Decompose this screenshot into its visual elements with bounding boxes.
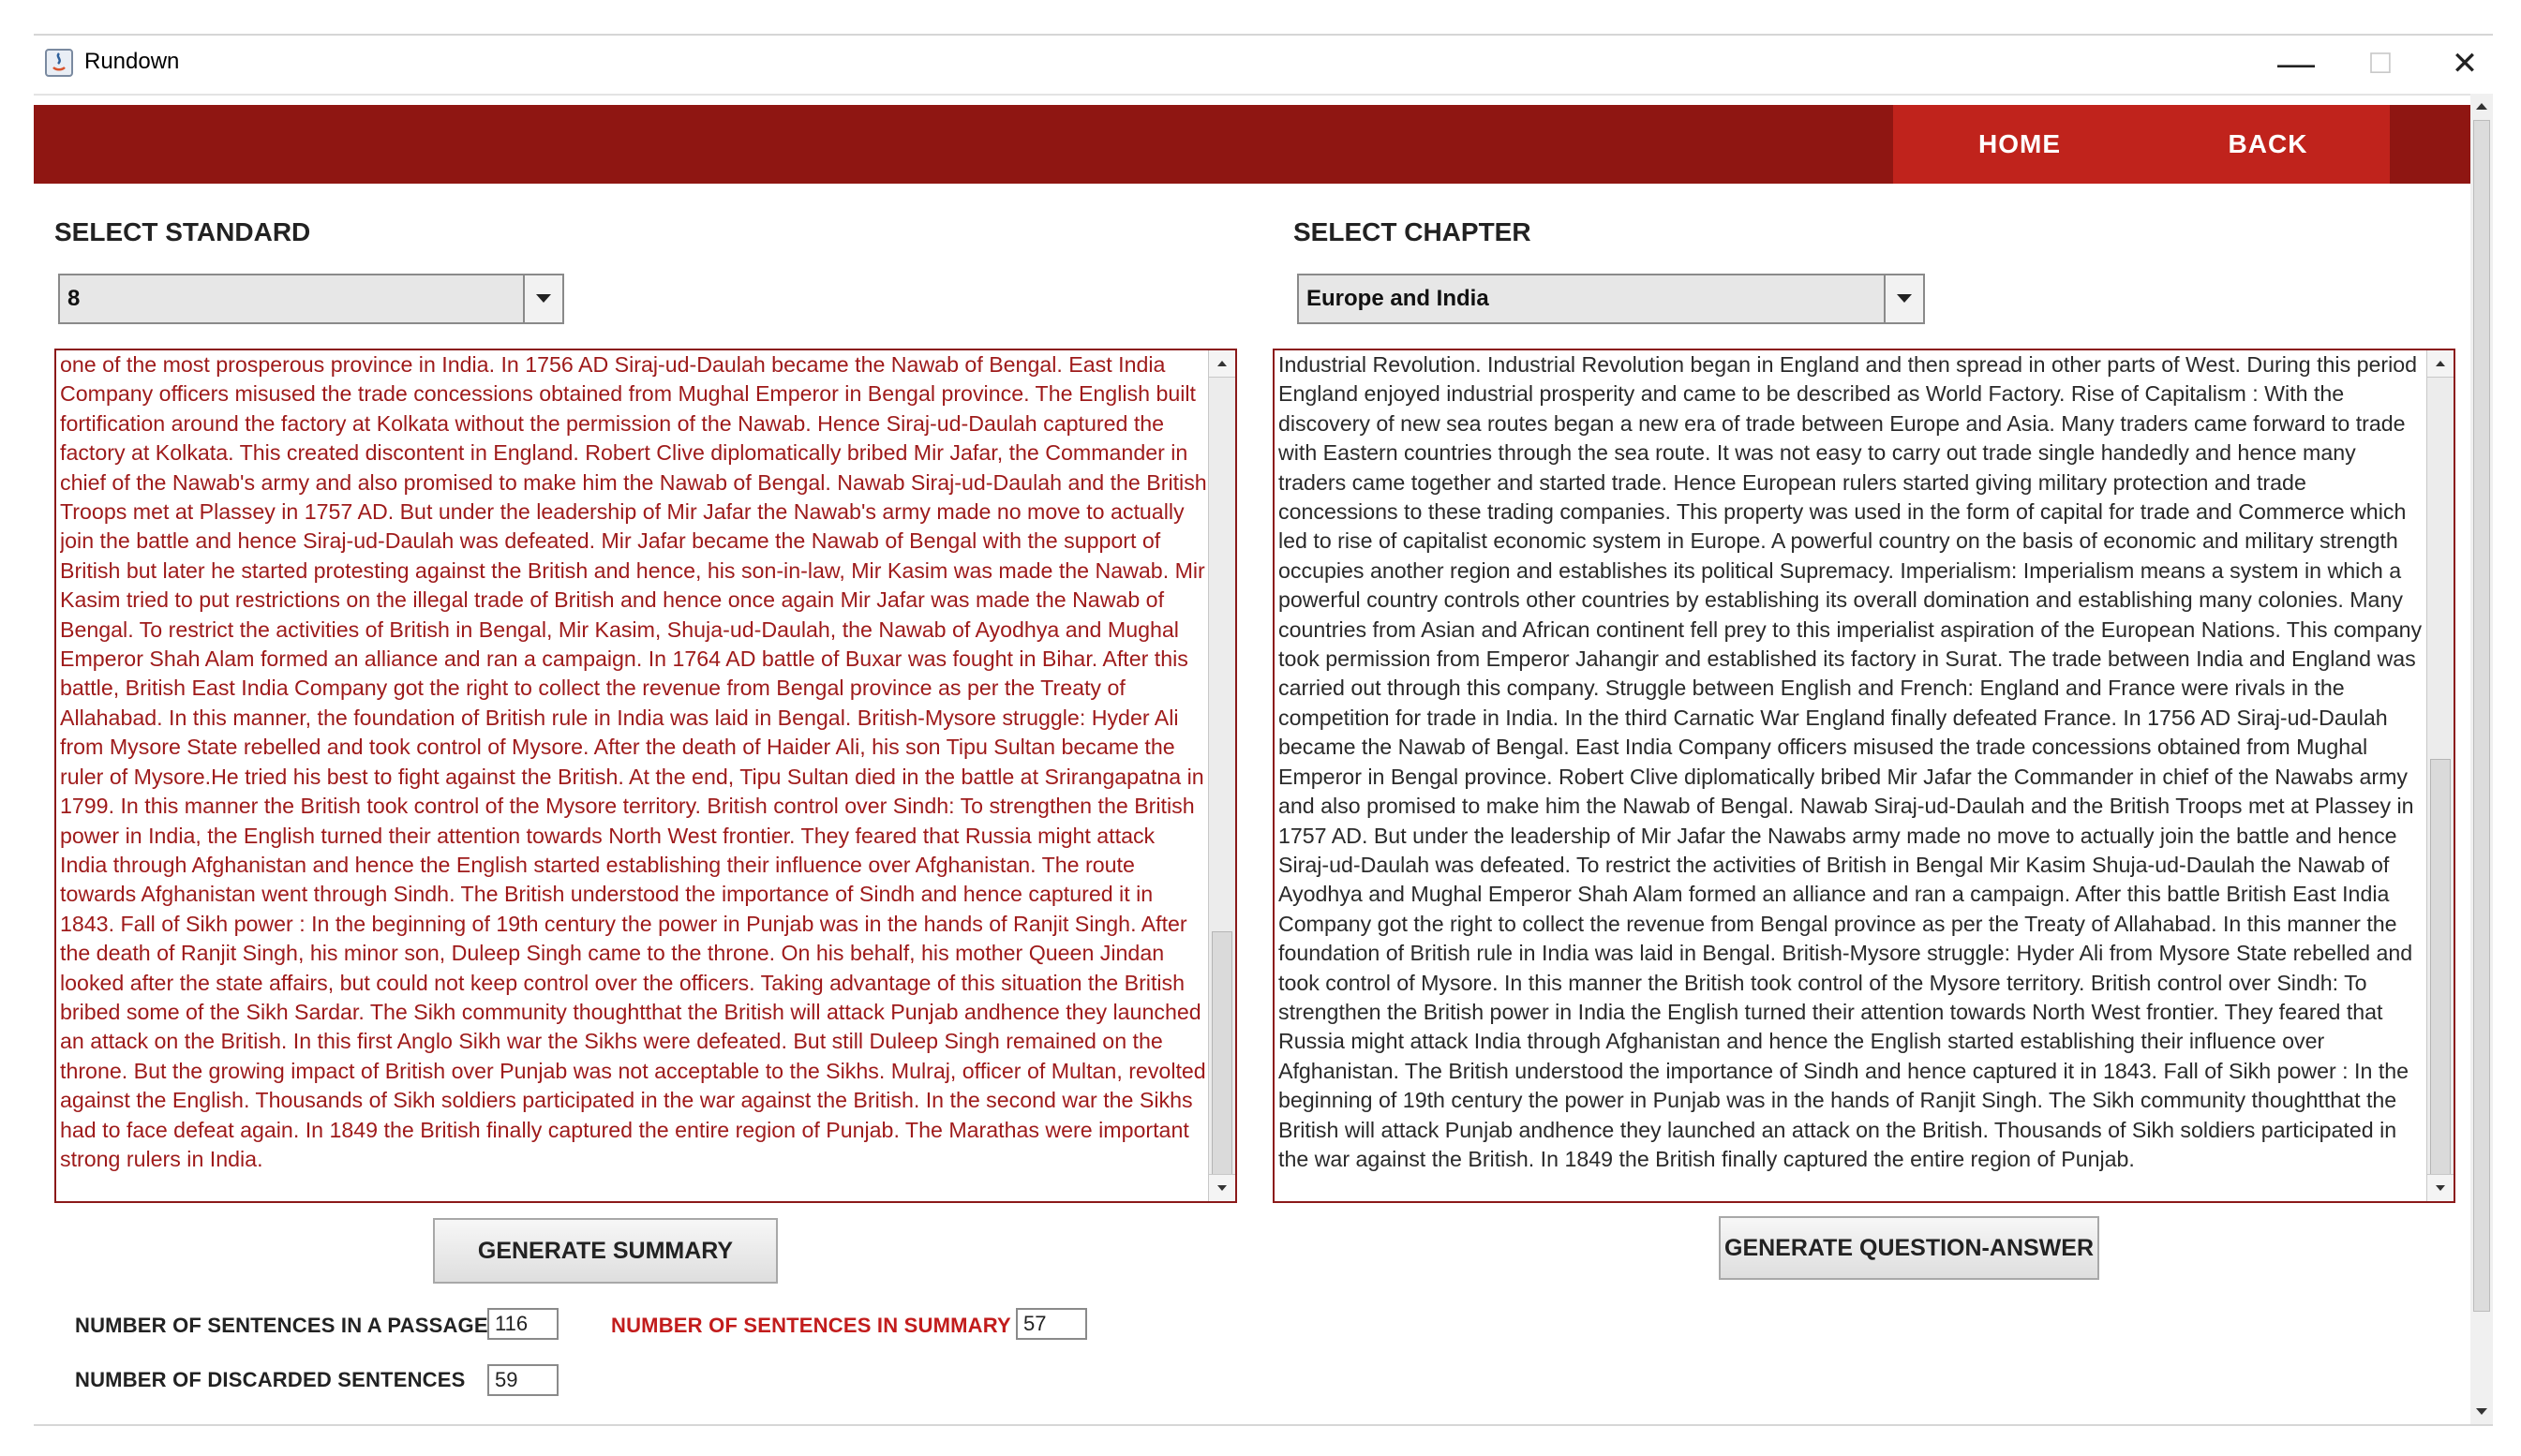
back-button[interactable]: BACK <box>2146 105 2390 184</box>
window-bottom-border <box>34 1424 2493 1426</box>
scroll-up-icon[interactable] <box>2427 350 2454 378</box>
chapter-select[interactable]: Europe and India <box>1297 274 1925 324</box>
standard-select-value: 8 <box>67 286 81 311</box>
passage-text[interactable]: one of the most prosperous province in I… <box>60 350 1207 1201</box>
scroll-up-icon[interactable] <box>2470 94 2493 118</box>
passage-sentences-field[interactable]: 116 <box>487 1308 559 1340</box>
passage-sentences-label: NUMBER OF SENTENCES IN A PASSAGE <box>75 1314 488 1337</box>
titlebar-divider <box>34 94 2493 96</box>
window-scrollbar-thumb[interactable] <box>2473 120 2490 1312</box>
scroll-up-icon[interactable] <box>1209 350 1235 378</box>
maximize-button[interactable]: ☐ <box>2348 37 2413 90</box>
window-title: Rundown <box>84 49 180 74</box>
scroll-down-icon[interactable] <box>2427 1174 2454 1201</box>
chapter-select-value: Europe and India <box>1306 286 1489 311</box>
chevron-down-icon[interactable] <box>523 275 562 322</box>
close-button[interactable]: ✕ <box>2432 37 2498 90</box>
standard-select[interactable]: 8 <box>58 274 564 324</box>
summary-sentences-field[interactable]: 57 <box>1016 1308 1087 1340</box>
discarded-sentences-label: NUMBER OF DISCARDED SENTENCES <box>75 1368 466 1391</box>
window-titlebar <box>0 0 2521 103</box>
summary-sentences-label: NUMBER OF SENTENCES IN SUMMARY <box>611 1314 1011 1337</box>
home-button[interactable]: HOME <box>1893 105 2146 184</box>
passage-textarea[interactable]: one of the most prosperous province in I… <box>54 349 1237 1203</box>
minimize-button[interactable]: — <box>2263 37 2329 90</box>
summary-scrollbar[interactable] <box>2426 350 2454 1201</box>
passage-scrollbar-thumb[interactable] <box>1212 931 1232 1179</box>
chevron-down-icon[interactable] <box>1884 275 1923 322</box>
summary-text[interactable]: Industrial Revolution. Industrial Revolu… <box>1278 350 2425 1201</box>
java-app-icon <box>45 49 73 77</box>
summary-textarea[interactable]: Industrial Revolution. Industrial Revolu… <box>1273 349 2455 1203</box>
select-standard-label: SELECT STANDARD <box>54 217 311 246</box>
passage-scrollbar[interactable] <box>1208 350 1235 1201</box>
select-chapter-label: SELECT CHAPTER <box>1293 217 1531 246</box>
window-top-border <box>34 34 2493 36</box>
summary-scrollbar-thumb[interactable] <box>2430 759 2451 1179</box>
generate-summary-button[interactable]: GENERATE SUMMARY <box>433 1218 778 1284</box>
scroll-down-icon[interactable] <box>2470 1400 2493 1424</box>
discarded-sentences-field[interactable]: 59 <box>487 1364 559 1396</box>
scroll-down-icon[interactable] <box>1209 1174 1235 1201</box>
generate-question-answer-button[interactable]: GENERATE QUESTION-ANSWER <box>1719 1216 2099 1280</box>
